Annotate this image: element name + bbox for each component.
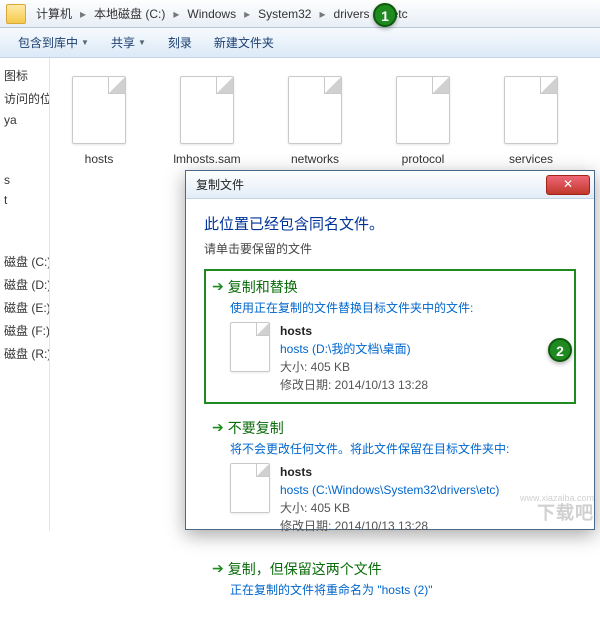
- sidebar-item[interactable]: ya: [0, 110, 49, 130]
- crumb-system32[interactable]: System32: [252, 3, 317, 25]
- sidebar-drive-e[interactable]: 磁盘 (E:): [0, 296, 49, 319]
- file-item-networks[interactable]: networks: [276, 76, 354, 166]
- crumb-drive-c[interactable]: 本地磁盘 (C:): [88, 3, 171, 25]
- option-desc: 正在复制的文件将重命名为 "hosts (2)": [230, 581, 568, 598]
- watermark-text: 下载吧: [537, 499, 594, 525]
- file-item-hosts[interactable]: hosts: [60, 76, 138, 166]
- burn-button[interactable]: 刻录: [158, 30, 202, 55]
- arrow-icon: ➔: [212, 419, 224, 436]
- document-icon: [180, 76, 234, 144]
- sidebar-item[interactable]: 访问的位置: [0, 87, 49, 110]
- file-size: 大小: 405 KB: [280, 358, 428, 376]
- copy-file-dialog: 复制文件 ✕ 此位置已经包含同名文件。 请单击要保留的文件 ➔复制和替换 使用正…: [185, 170, 595, 530]
- dialog-titlebar[interactable]: 复制文件 ✕: [186, 171, 594, 199]
- option-desc: 使用正在复制的文件替换目标文件夹中的文件:: [230, 299, 568, 316]
- option-title: 复制，但保留这两个文件: [228, 559, 382, 579]
- crumb-windows[interactable]: Windows: [181, 3, 242, 25]
- document-icon: [288, 76, 342, 144]
- file-path: hosts (C:\Windows\System32\drivers\etc): [280, 481, 499, 499]
- crumb-sep: ▸: [317, 7, 327, 21]
- chevron-down-icon: ▼: [81, 38, 89, 47]
- file-item-lmhosts[interactable]: lmhosts.sam: [168, 76, 246, 166]
- document-icon: [72, 76, 126, 144]
- option-dont-copy[interactable]: ➔不要复制 将不会更改任何文件。将此文件保留在目标文件夹中: hosts hos…: [204, 410, 576, 545]
- address-bar: 计算机▸ 本地磁盘 (C:)▸ Windows▸ System32▸ drive…: [0, 0, 600, 28]
- sidebar-item[interactable]: s: [0, 170, 49, 190]
- document-icon: [504, 76, 558, 144]
- sidebar-item[interactable]: t: [0, 190, 49, 210]
- sidebar-drive-f[interactable]: 磁盘 (F:): [0, 319, 49, 342]
- nav-sidebar: 图标 访问的位置 ya s t 磁盘 (C:) 磁盘 (D:) 磁盘 (E:) …: [0, 58, 50, 531]
- crumb-drivers[interactable]: drivers: [328, 3, 376, 25]
- arrow-icon: ➔: [212, 560, 224, 577]
- file-name: hosts: [280, 463, 499, 481]
- toolbar: 包含到库中▼ 共享▼ 刻录 新建文件夹: [0, 28, 600, 58]
- include-in-library-button[interactable]: 包含到库中▼: [8, 30, 99, 55]
- crumb-sep: ▸: [242, 7, 252, 21]
- annotation-marker-1: 1: [373, 3, 397, 27]
- option-keep-both[interactable]: ➔复制，但保留这两个文件 正在复制的文件将重命名为 "hosts (2)": [204, 551, 576, 614]
- close-button[interactable]: ✕: [546, 175, 590, 195]
- crumb-computer[interactable]: 计算机: [30, 3, 78, 25]
- arrow-icon: ➔: [212, 278, 224, 295]
- folder-icon: [6, 4, 26, 24]
- file-date: 修改日期: 2014/10/13 13:28: [280, 376, 428, 394]
- document-icon: [230, 463, 270, 513]
- dialog-subheading: 请单击要保留的文件: [204, 240, 576, 257]
- sidebar-item[interactable]: 图标: [0, 64, 49, 87]
- document-icon: [230, 322, 270, 372]
- option-desc: 将不会更改任何文件。将此文件保留在目标文件夹中:: [230, 440, 568, 457]
- file-path: hosts (D:\我的文档\桌面): [280, 340, 428, 358]
- crumb-sep: ▸: [171, 7, 181, 21]
- sidebar-drive-d[interactable]: 磁盘 (D:): [0, 273, 49, 296]
- file-name: hosts: [280, 322, 428, 340]
- file-date: 修改日期: 2014/10/13 13:28: [280, 517, 499, 535]
- option-title: 不要复制: [228, 418, 284, 438]
- option-title: 复制和替换: [228, 277, 298, 297]
- annotation-marker-2: 2: [548, 338, 572, 362]
- file-item-protocol[interactable]: protocol: [384, 76, 462, 166]
- sidebar-drive-r[interactable]: 磁盘 (R:): [0, 342, 49, 365]
- file-size: 大小: 405 KB: [280, 499, 499, 517]
- crumb-sep: ▸: [78, 7, 88, 21]
- chevron-down-icon: ▼: [138, 38, 146, 47]
- file-item-services[interactable]: services: [492, 76, 570, 166]
- sidebar-drive-c[interactable]: 磁盘 (C:): [0, 250, 49, 273]
- document-icon: [396, 76, 450, 144]
- option-copy-replace[interactable]: ➔复制和替换 使用正在复制的文件替换目标文件夹中的文件: hosts hosts…: [204, 269, 576, 404]
- share-button[interactable]: 共享▼: [101, 30, 156, 55]
- dialog-heading: 此位置已经包含同名文件。: [204, 213, 576, 234]
- new-folder-button[interactable]: 新建文件夹: [204, 30, 284, 55]
- dialog-title-text: 复制文件: [196, 176, 244, 193]
